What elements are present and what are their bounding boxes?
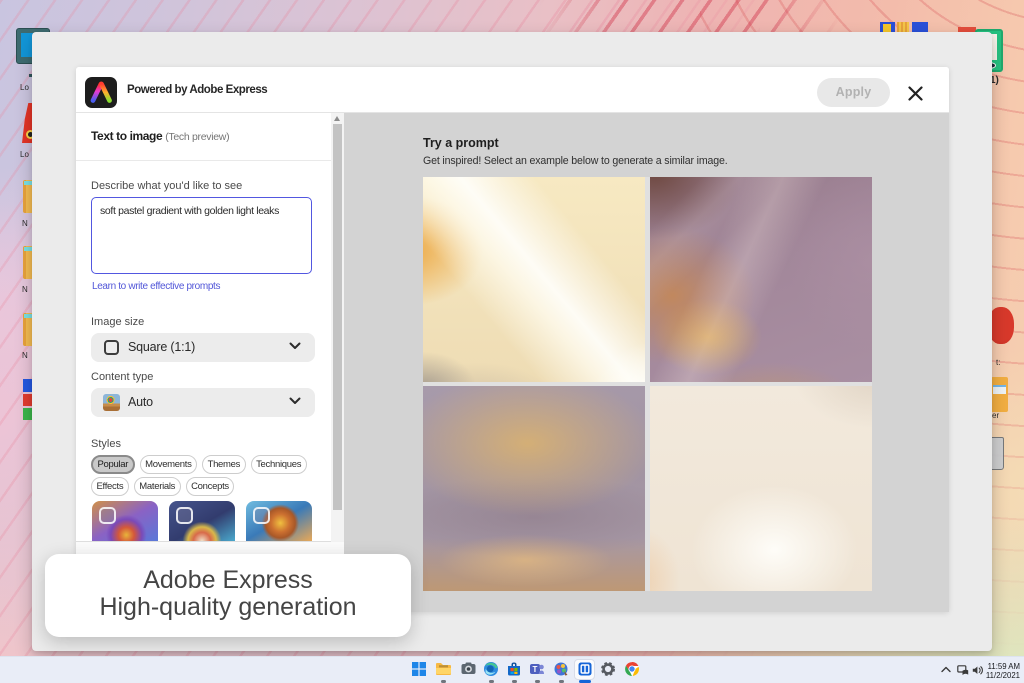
svg-text:T: T: [533, 665, 538, 674]
